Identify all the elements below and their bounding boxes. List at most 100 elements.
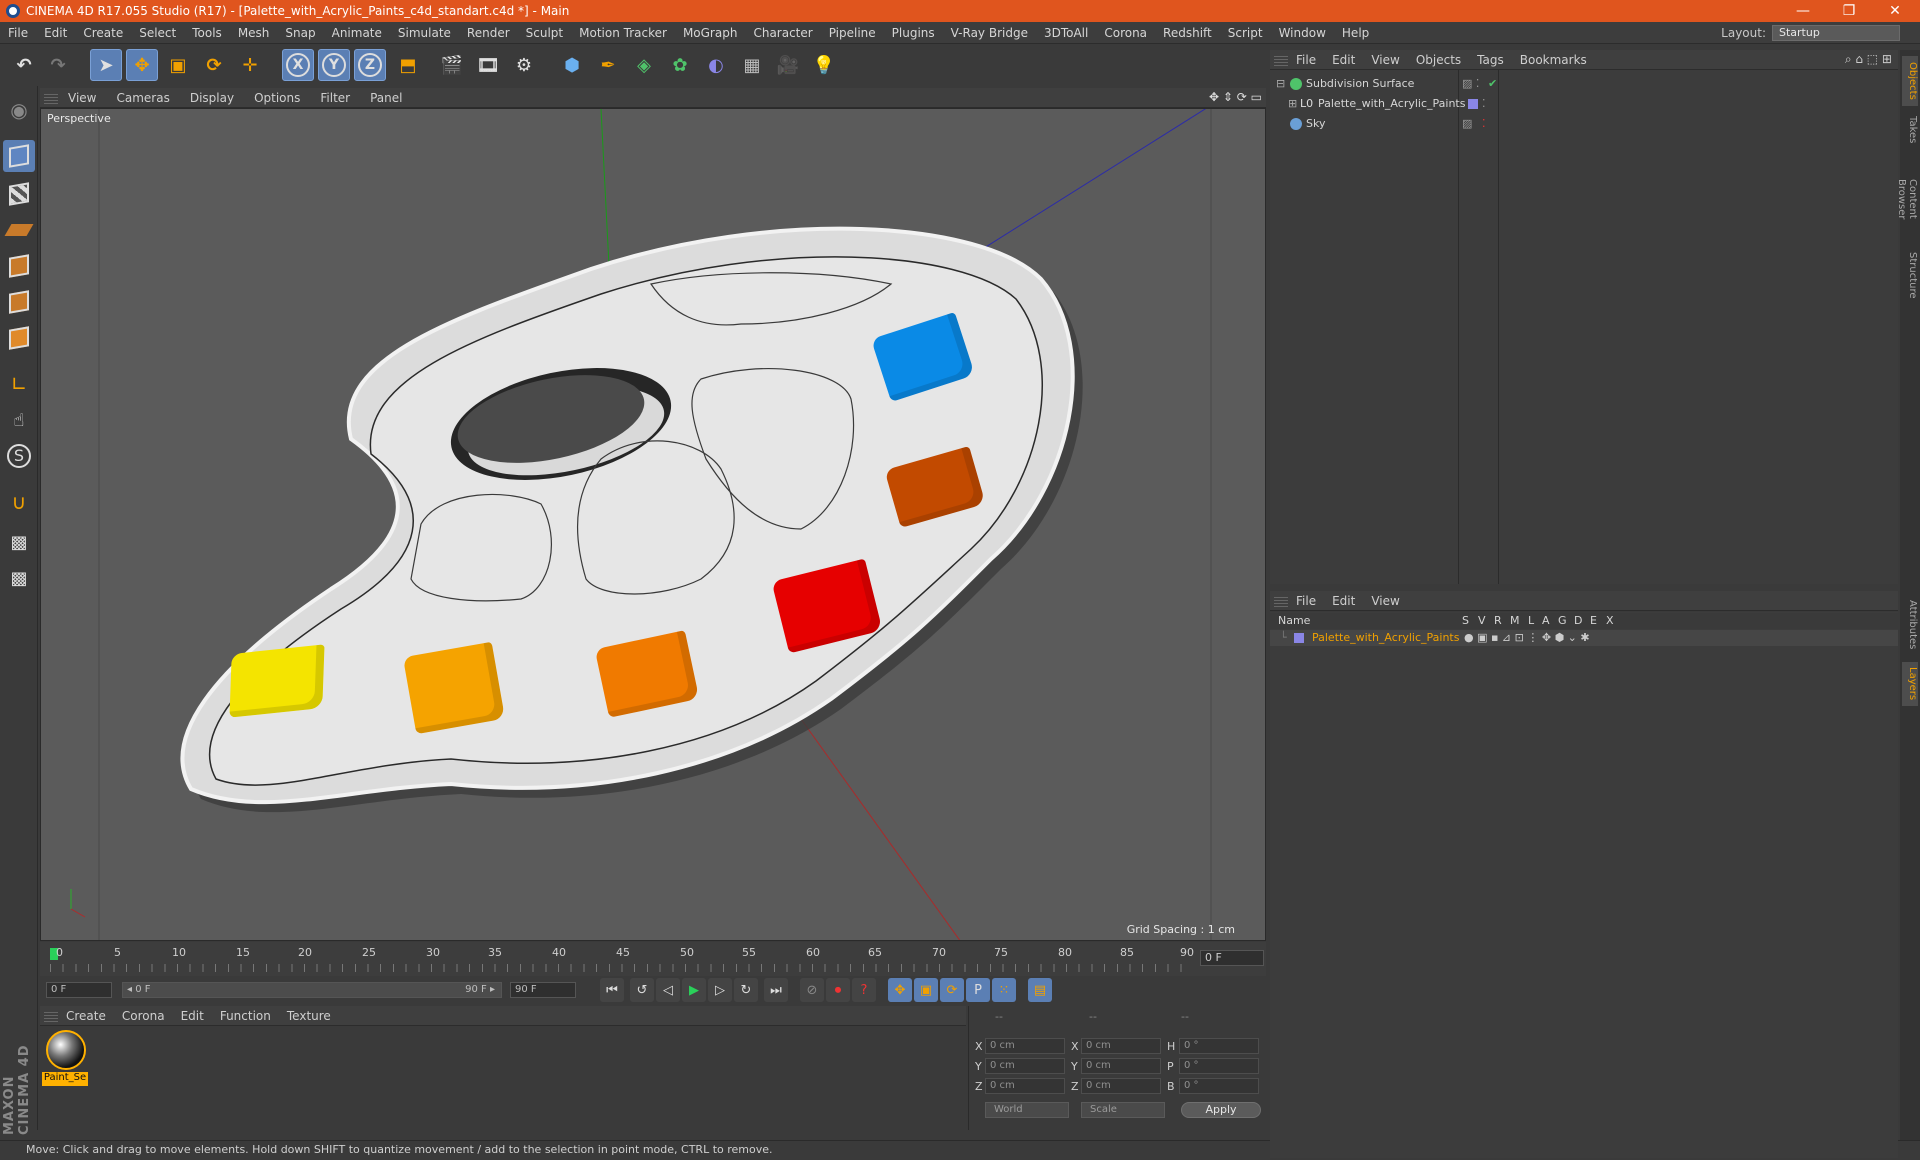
viewport-menu-options[interactable]: Options	[244, 91, 310, 105]
object-row-sky[interactable]: Sky ▨ ⁚	[1270, 114, 1898, 134]
material-swatch[interactable]: Paint_Se	[40, 1026, 92, 1090]
timeline-ruler[interactable]: 0 5 10 15 20 25 30 35 40 45 50 55 60 65 …	[40, 942, 1266, 976]
menu-edit[interactable]: Edit	[36, 26, 75, 40]
perspective-viewport[interactable]: Perspective Grid Spacing : 1 cm	[40, 108, 1266, 941]
select-tool-icon[interactable]: ➤	[90, 49, 122, 81]
goto-end-icon[interactable]: ⏭	[764, 978, 788, 1002]
size-z-field[interactable]: 0 cm	[1081, 1078, 1161, 1094]
apply-button[interactable]: Apply	[1181, 1102, 1261, 1118]
material-menu-create[interactable]: Create	[58, 1009, 114, 1023]
object-menu-objects[interactable]: Objects	[1408, 53, 1469, 67]
object-name[interactable]: Subdivision Surface	[1306, 74, 1414, 94]
light-icon[interactable]: 💡	[808, 49, 840, 81]
coordinate-mode-dropdown[interactable]: World	[985, 1102, 1069, 1118]
snap-magnet-icon[interactable]: ∪	[3, 486, 35, 518]
layer-menu-edit[interactable]: Edit	[1324, 594, 1363, 608]
tab-content-browser[interactable]: Content Browser	[1896, 154, 1918, 244]
enabled-check-icon[interactable]: ✔	[1488, 74, 1497, 94]
tab-objects[interactable]: Objects	[1902, 56, 1918, 106]
render-view-icon[interactable]: 🎬	[436, 49, 468, 81]
cube-primitive-icon[interactable]: ⬢	[556, 49, 588, 81]
current-frame-field[interactable]: 0 F	[1200, 950, 1264, 966]
tab-structure[interactable]: Structure	[1902, 248, 1918, 302]
auto-key-icon[interactable]: ?	[852, 978, 876, 1002]
z-axis-button[interactable]: Z	[354, 49, 386, 81]
spline-pen-icon[interactable]: ✒	[592, 49, 624, 81]
scale-tool-icon[interactable]: ▣	[162, 49, 194, 81]
material-menu-texture[interactable]: Texture	[279, 1009, 339, 1023]
material-menu-edit[interactable]: Edit	[173, 1009, 212, 1023]
expand-icon[interactable]: ⊞	[1288, 94, 1297, 114]
next-frame-icon[interactable]: ▷	[708, 978, 732, 1002]
viewport-menu-cameras[interactable]: Cameras	[106, 91, 179, 105]
menu-render[interactable]: Render	[459, 26, 518, 40]
tab-layers[interactable]: Layers	[1902, 662, 1918, 706]
position-x-field[interactable]: 0 cm	[985, 1038, 1065, 1054]
subdivision-icon[interactable]: ◈	[628, 49, 660, 81]
menu-snap[interactable]: Snap	[277, 26, 323, 40]
rotation-b-field[interactable]: 0 °	[1179, 1078, 1259, 1094]
menu-vray-bridge[interactable]: V-Ray Bridge	[943, 26, 1036, 40]
viewport-navigation-icon[interactable]: ✥ ⇕ ⟳ ▭	[1209, 90, 1262, 104]
rotation-h-field[interactable]: 0 °	[1179, 1038, 1259, 1054]
goto-start-icon[interactable]: ⏮	[600, 978, 624, 1002]
visibility-toggle-icon[interactable]: ▨	[1462, 114, 1472, 134]
tab-attributes[interactable]: Attributes	[1902, 594, 1918, 656]
object-menu-tags[interactable]: Tags	[1469, 53, 1512, 67]
undo-icon[interactable]: ↶	[8, 49, 40, 81]
menu-plugins[interactable]: Plugins	[884, 26, 943, 40]
menu-pipeline[interactable]: Pipeline	[821, 26, 884, 40]
material-menu-function[interactable]: Function	[212, 1009, 279, 1023]
frame-range-slider[interactable]: ◂ 0 F 90 F ▸	[122, 982, 502, 998]
render-picture-viewer-icon[interactable]: 🎞	[472, 49, 504, 81]
y-axis-button[interactable]: Y	[318, 49, 350, 81]
render-settings-icon[interactable]: ⚙	[508, 49, 540, 81]
tweak-mode-icon[interactable]: ☝	[3, 404, 35, 436]
menu-window[interactable]: Window	[1271, 26, 1334, 40]
layer-color-icon[interactable]	[1294, 633, 1304, 643]
make-editable-icon[interactable]: ◉	[3, 94, 35, 126]
axis-mode-icon[interactable]: ∟	[3, 368, 35, 400]
size-x-field[interactable]: 0 cm	[1081, 1038, 1161, 1054]
key-rotation-icon[interactable]: ⟳	[940, 978, 964, 1002]
restore-button[interactable]: ❐	[1826, 0, 1872, 22]
tab-takes[interactable]: Takes	[1902, 110, 1918, 150]
record-disabled-icon[interactable]: ⊘	[800, 978, 824, 1002]
layer-menu-view[interactable]: View	[1363, 594, 1407, 608]
polygons-mode-icon[interactable]	[3, 322, 35, 354]
prev-frame-icon[interactable]: ◁	[656, 978, 680, 1002]
object-search-icon[interactable]: ⌕ ⌂ ⬚ ⊞	[1845, 52, 1892, 67]
coordinate-system-icon[interactable]: ⬒	[392, 49, 424, 81]
object-name[interactable]: Sky	[1306, 114, 1325, 134]
rotation-p-field[interactable]: 0 °	[1179, 1058, 1259, 1074]
object-row-palette[interactable]: ⊞ L0 Palette_with_Acrylic_Paints ⁚	[1270, 94, 1898, 114]
solo-mode-icon[interactable]: S	[3, 440, 35, 472]
visibility-dots-icon[interactable]: ⁚	[1482, 114, 1486, 134]
menu-simulate[interactable]: Simulate	[390, 26, 459, 40]
key-position-icon[interactable]: ✥	[888, 978, 912, 1002]
timeline-window-icon[interactable]: ▤	[1028, 978, 1052, 1002]
rotate-tool-icon[interactable]: ⟳	[198, 49, 230, 81]
menu-mesh[interactable]: Mesh	[230, 26, 278, 40]
viewport-menu-filter[interactable]: Filter	[310, 91, 360, 105]
object-menu-file[interactable]: File	[1288, 53, 1324, 67]
menu-redshift[interactable]: Redshift	[1155, 26, 1220, 40]
key-scale-icon[interactable]: ▣	[914, 978, 938, 1002]
workplane-icon[interactable]	[3, 214, 35, 246]
floor-icon[interactable]: ▦	[736, 49, 768, 81]
object-row-subdivision-surface[interactable]: ⊟ Subdivision Surface ▨ ⁚ ✔	[1270, 74, 1898, 94]
key-parameter-icon[interactable]: P	[966, 978, 990, 1002]
menu-3dtoall[interactable]: 3DToAll	[1036, 26, 1096, 40]
size-y-field[interactable]: 0 cm	[1081, 1058, 1161, 1074]
edges-mode-icon[interactable]	[3, 286, 35, 318]
texture-mode-icon[interactable]	[3, 178, 35, 210]
play-icon[interactable]: ▶	[682, 978, 706, 1002]
visibility-toggle-icon[interactable]: ▨ ⁚	[1462, 74, 1479, 94]
minimize-button[interactable]: —	[1780, 0, 1826, 22]
end-frame-field[interactable]: 90 F	[510, 982, 576, 998]
menu-character[interactable]: Character	[745, 26, 820, 40]
deformer-icon[interactable]: ◐	[700, 49, 732, 81]
object-name[interactable]: Palette_with_Acrylic_Paints	[1318, 94, 1465, 114]
locked-workplane-icon[interactable]: ▩	[3, 526, 35, 558]
position-y-field[interactable]: 0 cm	[985, 1058, 1065, 1074]
